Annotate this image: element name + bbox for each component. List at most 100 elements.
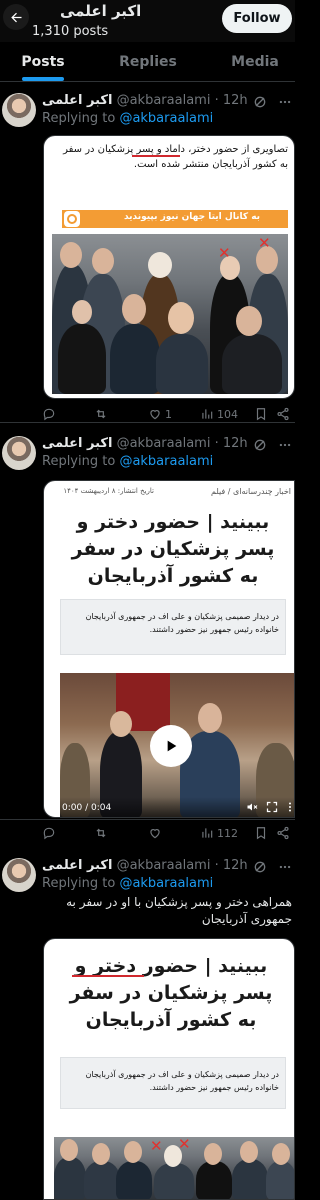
reply-icon (43, 827, 55, 840)
meeting-photo: ✕ ✕ (52, 234, 288, 394)
author-handle[interactable]: @akbaraalami (117, 93, 211, 108)
avatar[interactable] (2, 858, 36, 892)
post-author: اکبر اعلمی @akbaraalami · 12h (42, 858, 248, 873)
heart-icon (150, 410, 160, 420)
repost-button[interactable] (94, 407, 108, 421)
like-button[interactable] (148, 826, 162, 840)
post-author: اکبر اعلمی @akbaraalami · 12h (42, 93, 248, 108)
replying-handle-link[interactable]: @akbaraalami (119, 876, 213, 891)
replying-label: Replying to (42, 876, 116, 891)
repost-icon (96, 828, 106, 838)
grok-icon[interactable] (252, 437, 268, 453)
tab-replies[interactable]: Replies (103, 42, 193, 82)
views-icon (202, 828, 213, 838)
grok-icon[interactable] (252, 859, 268, 875)
post-item[interactable]: اکبر اعلمی @akbaraalami · 12h Replying t… (0, 424, 295, 820)
article-image-card[interactable]: ببینید | حضور دختر و پسر پزشکیان در سفر … (43, 938, 295, 1200)
headline-underline (72, 975, 144, 977)
post-body-text: همراهی دختر و پسر پزشکیان با او در سفر ب… (66, 895, 292, 926)
post-item[interactable]: اکبر اعلمی @akbaraalami · 12h Replying t… (0, 83, 295, 423)
article-headline: ببینید | حضور دختر و پسر پزشکیان در سفر … (71, 511, 275, 587)
arrow-left-icon (10, 12, 21, 22)
view-count: 112 (217, 826, 238, 840)
author-name[interactable]: اکبر اعلمی (42, 436, 112, 451)
video-timestamp: 0:00 / 0:04 (62, 803, 112, 813)
article-date: تاریخ انتشار: ۸ اردیبهشت ۱۴۰۴ (63, 487, 154, 495)
post-time: · 12h (214, 93, 248, 108)
avatar[interactable] (2, 436, 36, 470)
video-controls: 0:00 / 0:04 (60, 797, 295, 817)
more-icon[interactable] (278, 95, 292, 109)
post-time: · 12h (214, 858, 248, 873)
channel-logo-icon (64, 211, 80, 227)
author-handle[interactable]: @akbaraalami (117, 858, 211, 873)
tab-media[interactable]: Media (215, 42, 295, 82)
replying-handle-link[interactable]: @akbaraalami (119, 111, 213, 126)
card-caption: تصاویری از حضور دختر، داماد و پسر پزشکیا… (63, 144, 288, 170)
active-tab-indicator (22, 77, 64, 81)
author-name[interactable]: اکبر اعلمی (42, 93, 112, 108)
avatar[interactable] (2, 93, 36, 127)
views-icon (202, 409, 213, 419)
replying-to: Replying to @akbaraalami (42, 111, 213, 126)
bookmark-button[interactable] (254, 826, 268, 840)
article-summary-box: در دیدار صمیمی پزشکیان و علی اف در جمهور… (60, 1057, 286, 1109)
article-summary: در دیدار صمیمی پزشکیان و علی اف در جمهور… (85, 1070, 279, 1092)
play-icon (167, 740, 177, 752)
video-more-icon[interactable] (284, 801, 295, 813)
more-icon[interactable] (278, 860, 292, 874)
share-button[interactable] (276, 826, 290, 840)
replying-label: Replying to (42, 454, 116, 469)
view-count: 104 (217, 407, 238, 421)
volume-mute-icon[interactable] (246, 801, 258, 813)
repost-icon (96, 409, 106, 419)
bookmark-icon (256, 827, 266, 840)
reply-button[interactable] (42, 826, 56, 840)
replying-to: Replying to @akbaraalami (42, 876, 213, 891)
video-player[interactable]: 0:00 / 0:04 (60, 673, 295, 817)
share-button[interactable] (276, 407, 290, 421)
red-x-marker: ✕ (178, 1137, 191, 1153)
fullscreen-icon[interactable] (266, 801, 278, 813)
heart-icon (150, 829, 160, 839)
profile-name: اکبر اعلمی (60, 2, 142, 20)
replying-to: Replying to @akbaraalami (42, 454, 213, 469)
views-button[interactable]: 104 (200, 407, 238, 421)
like-button[interactable]: 1 (148, 407, 172, 421)
more-icon[interactable] (278, 438, 292, 452)
post-author: اکبر اعلمی @akbaraalami · 12h (42, 436, 248, 451)
like-count: 1 (165, 407, 172, 421)
views-button[interactable]: 112 (200, 826, 238, 840)
play-button[interactable] (150, 725, 192, 767)
caption-underline (132, 155, 180, 157)
tab-posts[interactable]: Posts (0, 42, 86, 82)
share-icon (277, 826, 289, 840)
post-item[interactable]: اکبر اعلمی @akbaraalami · 12h Replying t… (0, 848, 295, 1200)
red-x-marker: ✕ (150, 1137, 163, 1155)
author-handle[interactable]: @akbaraalami (117, 436, 211, 451)
red-x-marker: ✕ (218, 244, 231, 262)
grok-icon[interactable] (252, 94, 268, 110)
replying-label: Replying to (42, 111, 116, 126)
profile-header: اکبر اعلمی 1,310 posts Follow (0, 0, 295, 42)
red-x-marker: ✕ (258, 234, 271, 252)
post-actions: 112 (42, 826, 292, 844)
share-icon (277, 407, 289, 421)
follow-button[interactable]: Follow (222, 4, 292, 33)
reply-icon (43, 408, 55, 421)
post-image-card[interactable]: تصاویری از حضور دختر، داماد و پسر پزشکیا… (43, 135, 295, 399)
channel-banner-text: به کانال ایتا جهان نیوز بپیوندید (123, 212, 261, 222)
profile-tabs: Posts Replies Media (0, 42, 295, 82)
post-actions: 1 104 (42, 407, 292, 425)
author-name[interactable]: اکبر اعلمی (42, 858, 112, 873)
bookmark-button[interactable] (254, 407, 268, 421)
video-card[interactable]: اخبار چندرسانه‌ای / فیلم تاریخ انتشار: ۸… (43, 480, 295, 818)
article-breadcrumb: اخبار چندرسانه‌ای / فیلم (211, 487, 291, 496)
post-time: · 12h (214, 436, 248, 451)
repost-button[interactable] (94, 826, 108, 840)
back-button[interactable] (3, 4, 29, 30)
reply-button[interactable] (42, 407, 56, 421)
channel-banner: به کانال ایتا جهان نیوز بپیوندید (62, 210, 288, 228)
replying-handle-link[interactable]: @akbaraalami (119, 454, 213, 469)
article-summary-box: در دیدار صمیمی پزشکیان و علی اف در جمهور… (60, 599, 286, 655)
